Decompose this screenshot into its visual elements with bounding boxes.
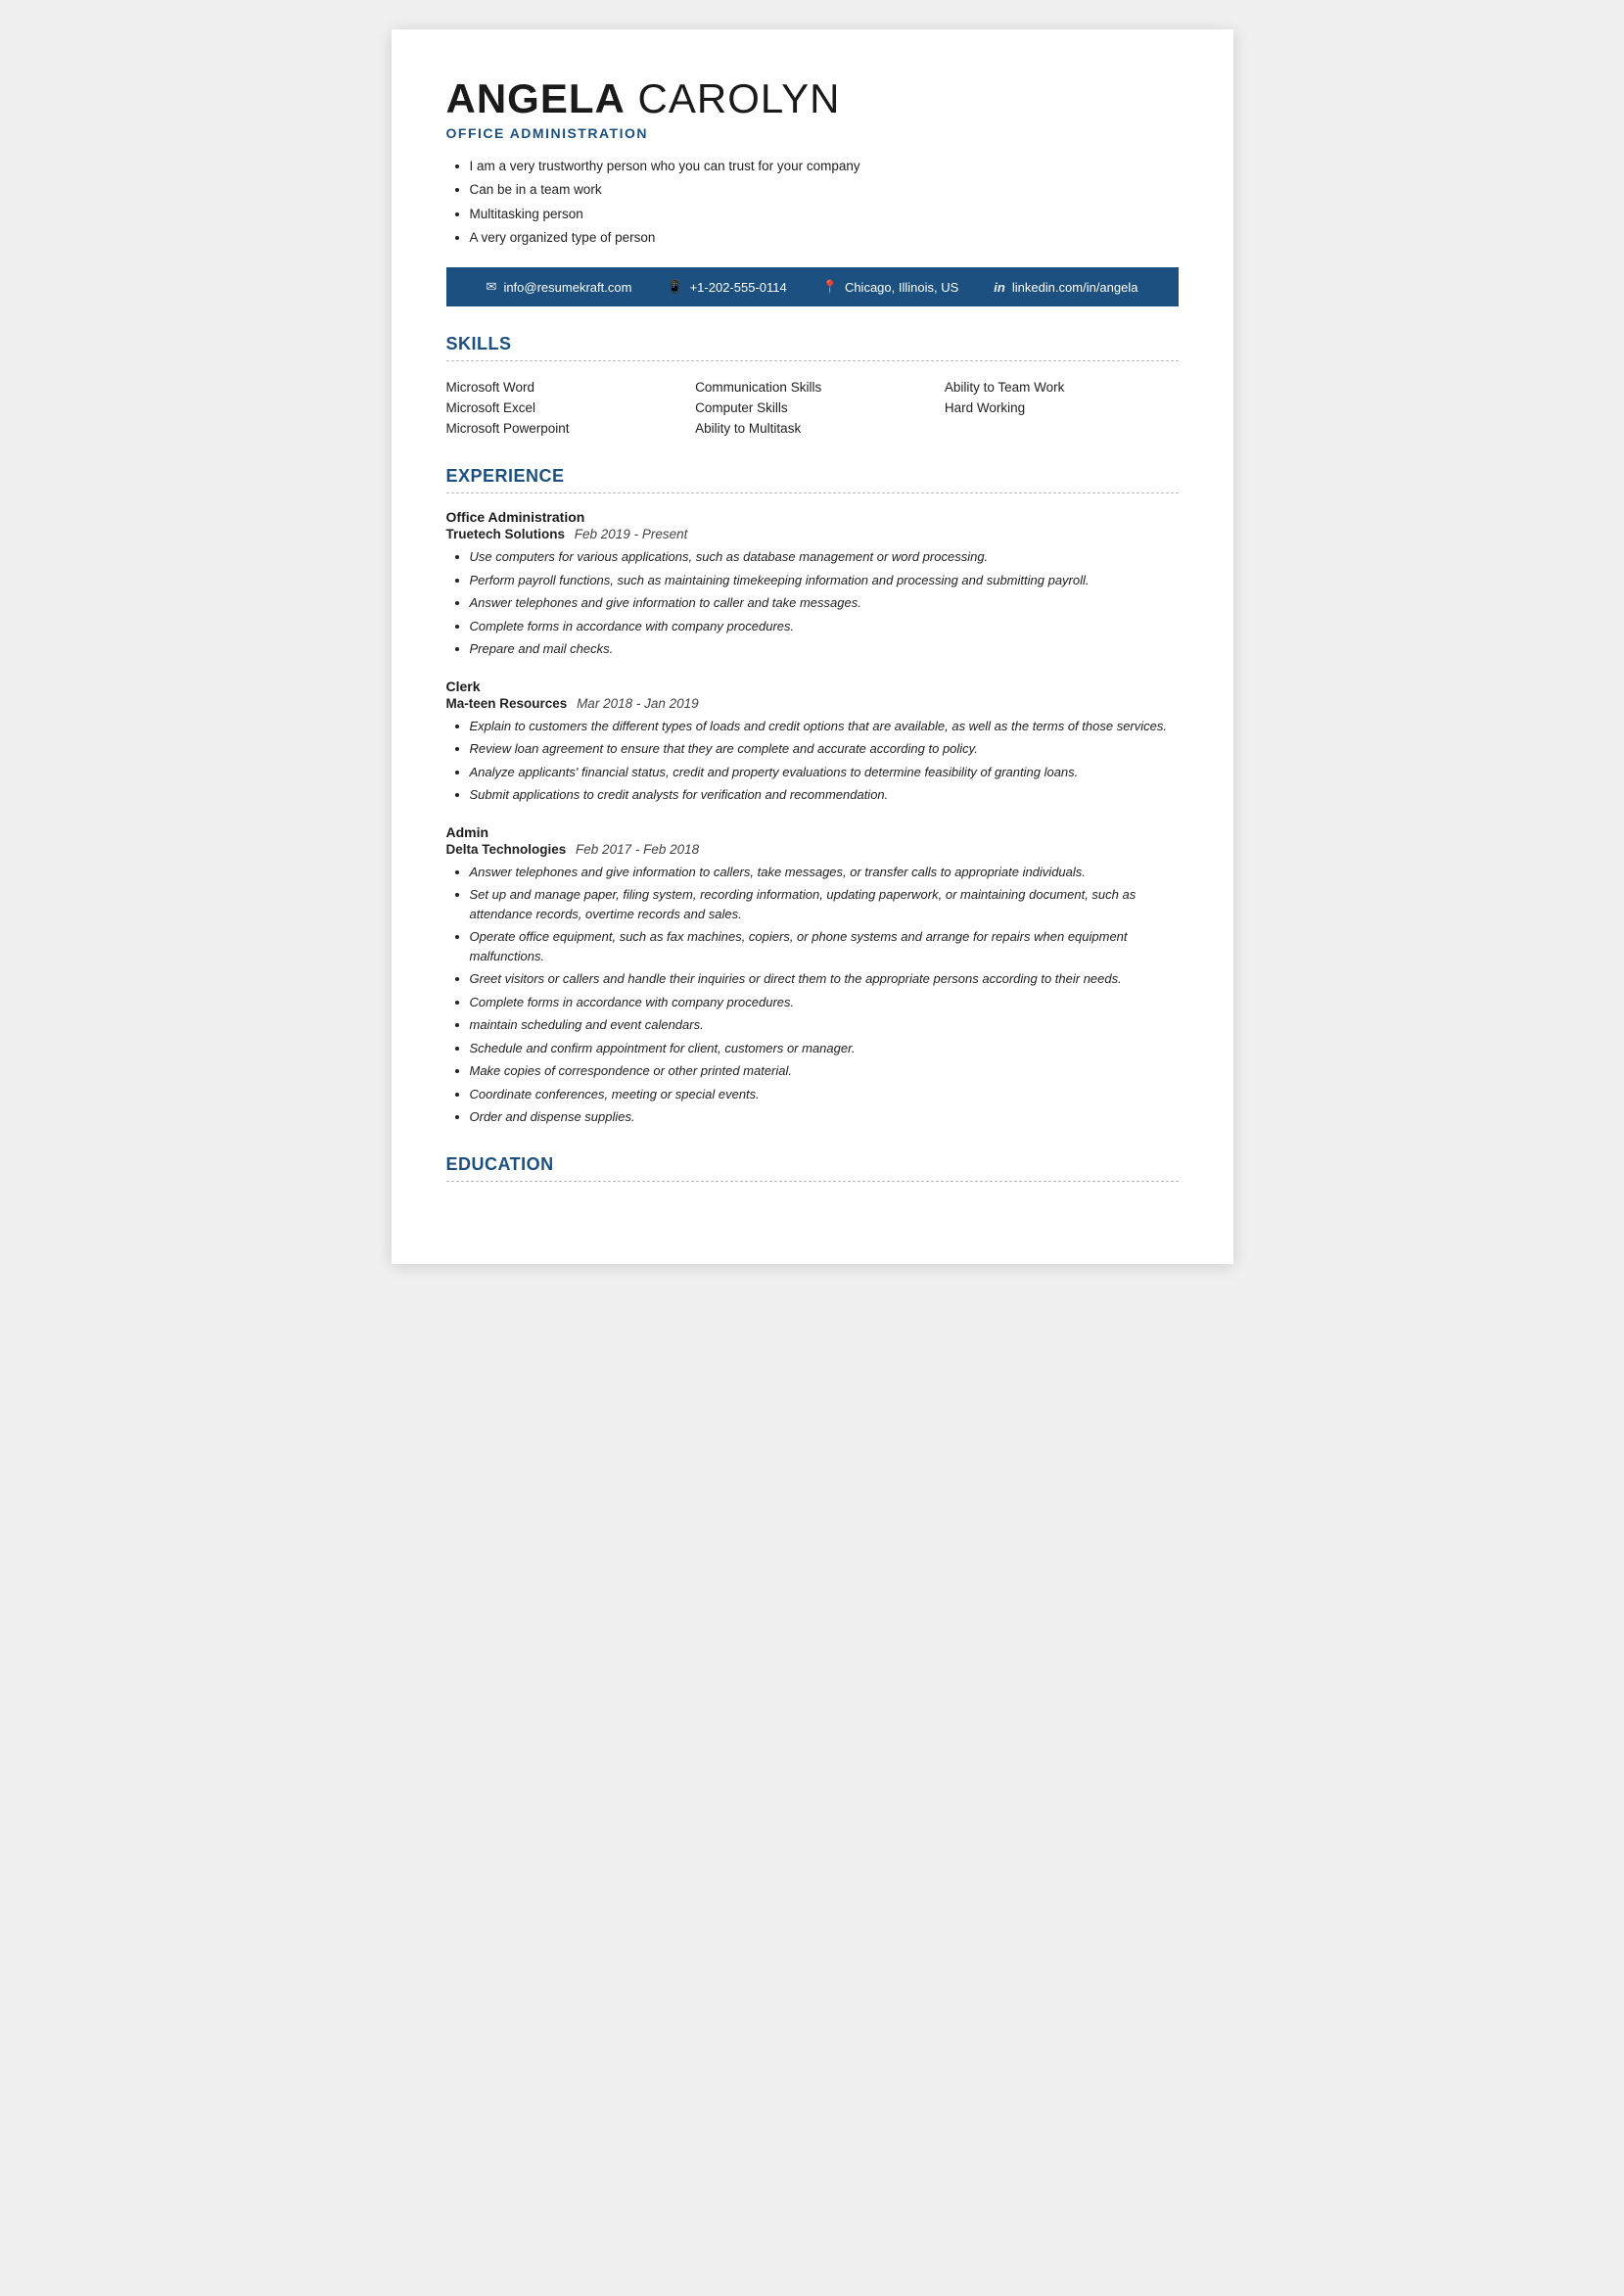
education-section: EDUCATION bbox=[446, 1154, 1179, 1182]
job-1-title: Office Administration bbox=[446, 509, 1179, 525]
job-3-dates: Feb 2017 - Feb 2018 bbox=[576, 842, 699, 857]
email-icon: ✉ bbox=[487, 279, 497, 295]
skills-divider bbox=[446, 360, 1179, 361]
job-3-duty-5: Complete forms in accordance with compan… bbox=[470, 993, 1179, 1012]
contact-bar: ✉ info@resumekraft.com 📱 +1-202-555-0114… bbox=[446, 267, 1179, 306]
job-3-duty-6: maintain scheduling and event calendars. bbox=[470, 1015, 1179, 1035]
job-2-company-line: Ma-teen Resources Mar 2018 - Jan 2019 bbox=[446, 696, 1179, 711]
linkedin-icon: in bbox=[994, 280, 1005, 295]
email-text: info@resumekraft.com bbox=[503, 280, 631, 295]
experience-divider bbox=[446, 492, 1179, 493]
location-text: Chicago, Illinois, US bbox=[845, 280, 958, 295]
job-2-dates: Mar 2018 - Jan 2019 bbox=[577, 696, 699, 711]
job-3-company: Delta Technologies bbox=[446, 842, 567, 857]
job-3-duty-8: Make copies of correspondence or other p… bbox=[470, 1061, 1179, 1081]
job-1-duty-2: Perform payroll functions, such as maint… bbox=[470, 571, 1179, 590]
job-2-duty-1: Explain to customers the different types… bbox=[470, 717, 1179, 736]
job-1-duties: Use computers for various applications, … bbox=[446, 547, 1179, 659]
job-title: OFFICE ADMINISTRATION bbox=[446, 125, 1179, 141]
intro-bullets: I am a very trustworthy person who you c… bbox=[446, 157, 1179, 248]
job-1-duty-1: Use computers for various applications, … bbox=[470, 547, 1179, 567]
experience-section: EXPERIENCE Office Administration Truetec… bbox=[446, 466, 1179, 1127]
resume-document: ANGELA CAROLYN OFFICE ADMINISTRATION I a… bbox=[392, 29, 1233, 1264]
skills-col-1: Microsoft Word Microsoft Excel Microsoft… bbox=[446, 377, 680, 439]
job-2: Clerk Ma-teen Resources Mar 2018 - Jan 2… bbox=[446, 679, 1179, 805]
phone-text: +1-202-555-0114 bbox=[690, 280, 787, 295]
intro-bullet-4: A very organized type of person bbox=[470, 228, 1179, 248]
skills-col-2: Communication Skills Computer Skills Abi… bbox=[695, 377, 929, 439]
location-icon: 📍 bbox=[822, 279, 838, 295]
intro-bullet-2: Can be in a team work bbox=[470, 180, 1179, 200]
job-3-duty-4: Greet visitors or callers and handle the… bbox=[470, 969, 1179, 989]
skill-1: Microsoft Word bbox=[446, 377, 680, 398]
skill-6: Ability to Multitask bbox=[695, 418, 929, 439]
skill-8: Hard Working bbox=[945, 398, 1179, 418]
job-3-duties: Answer telephones and give information t… bbox=[446, 863, 1179, 1127]
contact-email: ✉ info@resumekraft.com bbox=[487, 279, 632, 295]
skill-7: Ability to Team Work bbox=[945, 377, 1179, 398]
job-1-company-line: Truetech Solutions Feb 2019 - Present bbox=[446, 527, 1179, 541]
job-2-duty-2: Review loan agreement to ensure that the… bbox=[470, 739, 1179, 759]
job-1-duty-3: Answer telephones and give information t… bbox=[470, 593, 1179, 613]
job-3-duty-10: Order and dispense supplies. bbox=[470, 1107, 1179, 1127]
job-3-duty-9: Coordinate conferences, meeting or speci… bbox=[470, 1085, 1179, 1104]
job-1: Office Administration Truetech Solutions… bbox=[446, 509, 1179, 659]
skill-2: Microsoft Excel bbox=[446, 398, 680, 418]
intro-bullet-3: Multitasking person bbox=[470, 205, 1179, 224]
contact-phone: 📱 +1-202-555-0114 bbox=[667, 279, 786, 295]
resume-header: ANGELA CAROLYN OFFICE ADMINISTRATION I a… bbox=[446, 76, 1179, 248]
job-2-duty-4: Submit applications to credit analysts f… bbox=[470, 785, 1179, 805]
job-3-duty-3: Operate office equipment, such as fax ma… bbox=[470, 927, 1179, 965]
job-1-company: Truetech Solutions bbox=[446, 527, 566, 541]
job-2-duties: Explain to customers the different types… bbox=[446, 717, 1179, 805]
first-name: ANGELA bbox=[446, 75, 626, 121]
job-1-dates: Feb 2019 - Present bbox=[575, 527, 688, 541]
contact-linkedin: in linkedin.com/in/angela bbox=[994, 280, 1137, 295]
linkedin-text: linkedin.com/in/angela bbox=[1012, 280, 1138, 295]
job-2-company: Ma-teen Resources bbox=[446, 696, 568, 711]
job-3-duty-7: Schedule and confirm appointment for cli… bbox=[470, 1039, 1179, 1058]
job-2-title: Clerk bbox=[446, 679, 1179, 694]
job-3: Admin Delta Technologies Feb 2017 - Feb … bbox=[446, 824, 1179, 1127]
job-3-duty-1: Answer telephones and give information t… bbox=[470, 863, 1179, 882]
skill-5: Computer Skills bbox=[695, 398, 929, 418]
education-divider bbox=[446, 1181, 1179, 1182]
skill-3: Microsoft Powerpoint bbox=[446, 418, 680, 439]
job-3-title: Admin bbox=[446, 824, 1179, 840]
skill-4: Communication Skills bbox=[695, 377, 929, 398]
job-3-company-line: Delta Technologies Feb 2017 - Feb 2018 bbox=[446, 842, 1179, 857]
skills-section: SKILLS Microsoft Word Microsoft Excel Mi… bbox=[446, 334, 1179, 439]
job-2-duty-3: Analyze applicants' financial status, cr… bbox=[470, 763, 1179, 782]
job-1-duty-4: Complete forms in accordance with compan… bbox=[470, 617, 1179, 636]
phone-icon: 📱 bbox=[667, 279, 682, 295]
skills-title: SKILLS bbox=[446, 334, 1179, 354]
experience-title: EXPERIENCE bbox=[446, 466, 1179, 487]
intro-bullet-1: I am a very trustworthy person who you c… bbox=[470, 157, 1179, 176]
education-title: EDUCATION bbox=[446, 1154, 1179, 1175]
contact-location: 📍 Chicago, Illinois, US bbox=[822, 279, 959, 295]
job-1-duty-5: Prepare and mail checks. bbox=[470, 639, 1179, 659]
skills-grid: Microsoft Word Microsoft Excel Microsoft… bbox=[446, 377, 1179, 439]
skills-col-3: Ability to Team Work Hard Working bbox=[945, 377, 1179, 439]
full-name: ANGELA CAROLYN bbox=[446, 76, 1179, 121]
job-3-duty-2: Set up and manage paper, filing system, … bbox=[470, 885, 1179, 923]
